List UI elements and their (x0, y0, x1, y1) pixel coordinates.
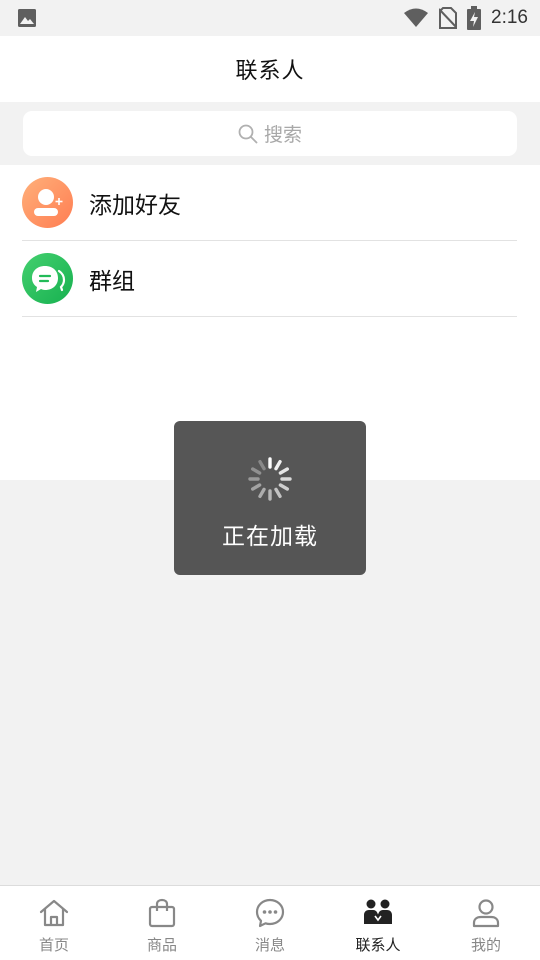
shopping-bag-icon (148, 898, 176, 928)
list-item-label: 群组 (89, 268, 135, 295)
tab-messages[interactable]: 消息 (216, 886, 324, 960)
page-title: 联系人 (235, 59, 305, 84)
bottom-tab-bar: 首页 商品 消息 联系人 我的 (0, 885, 540, 960)
clock-time: 2:16 (491, 7, 528, 28)
list-item-group[interactable]: 群组 (22, 241, 517, 317)
tab-products[interactable]: 商品 (108, 886, 216, 960)
loading-spinner-icon (248, 457, 292, 501)
list-item-add-friend[interactable]: 添加好友 (22, 165, 517, 241)
search-icon (238, 124, 258, 143)
image-icon (18, 9, 36, 27)
wifi-icon (404, 8, 429, 27)
search-bar-area: 搜索 (0, 102, 540, 165)
tab-contacts[interactable]: 联系人 (324, 886, 432, 960)
loading-toast: 正在加载 (174, 421, 366, 575)
tab-label: 我的 (470, 936, 501, 954)
search-input[interactable]: 搜索 (23, 111, 517, 156)
add-friend-icon (22, 177, 73, 228)
group-chat-icon (22, 253, 73, 304)
list-item-label: 添加好友 (89, 192, 181, 219)
tab-label: 消息 (254, 936, 285, 954)
tab-label: 商品 (146, 936, 177, 954)
tab-label: 联系人 (355, 936, 401, 954)
message-icon (255, 898, 285, 928)
tab-home[interactable]: 首页 (0, 886, 108, 960)
home-icon (39, 899, 69, 927)
battery-charging-icon (467, 6, 482, 30)
no-sim-icon (439, 7, 458, 29)
tab-label: 首页 (38, 936, 69, 954)
status-bar: 2:16 (0, 0, 540, 36)
search-placeholder: 搜索 (263, 124, 302, 146)
loading-text: 正在加载 (222, 524, 318, 550)
contacts-icon (364, 899, 392, 924)
page-header: 联系人 (0, 36, 540, 102)
profile-icon (472, 899, 500, 928)
tab-profile[interactable]: 我的 (432, 886, 540, 960)
